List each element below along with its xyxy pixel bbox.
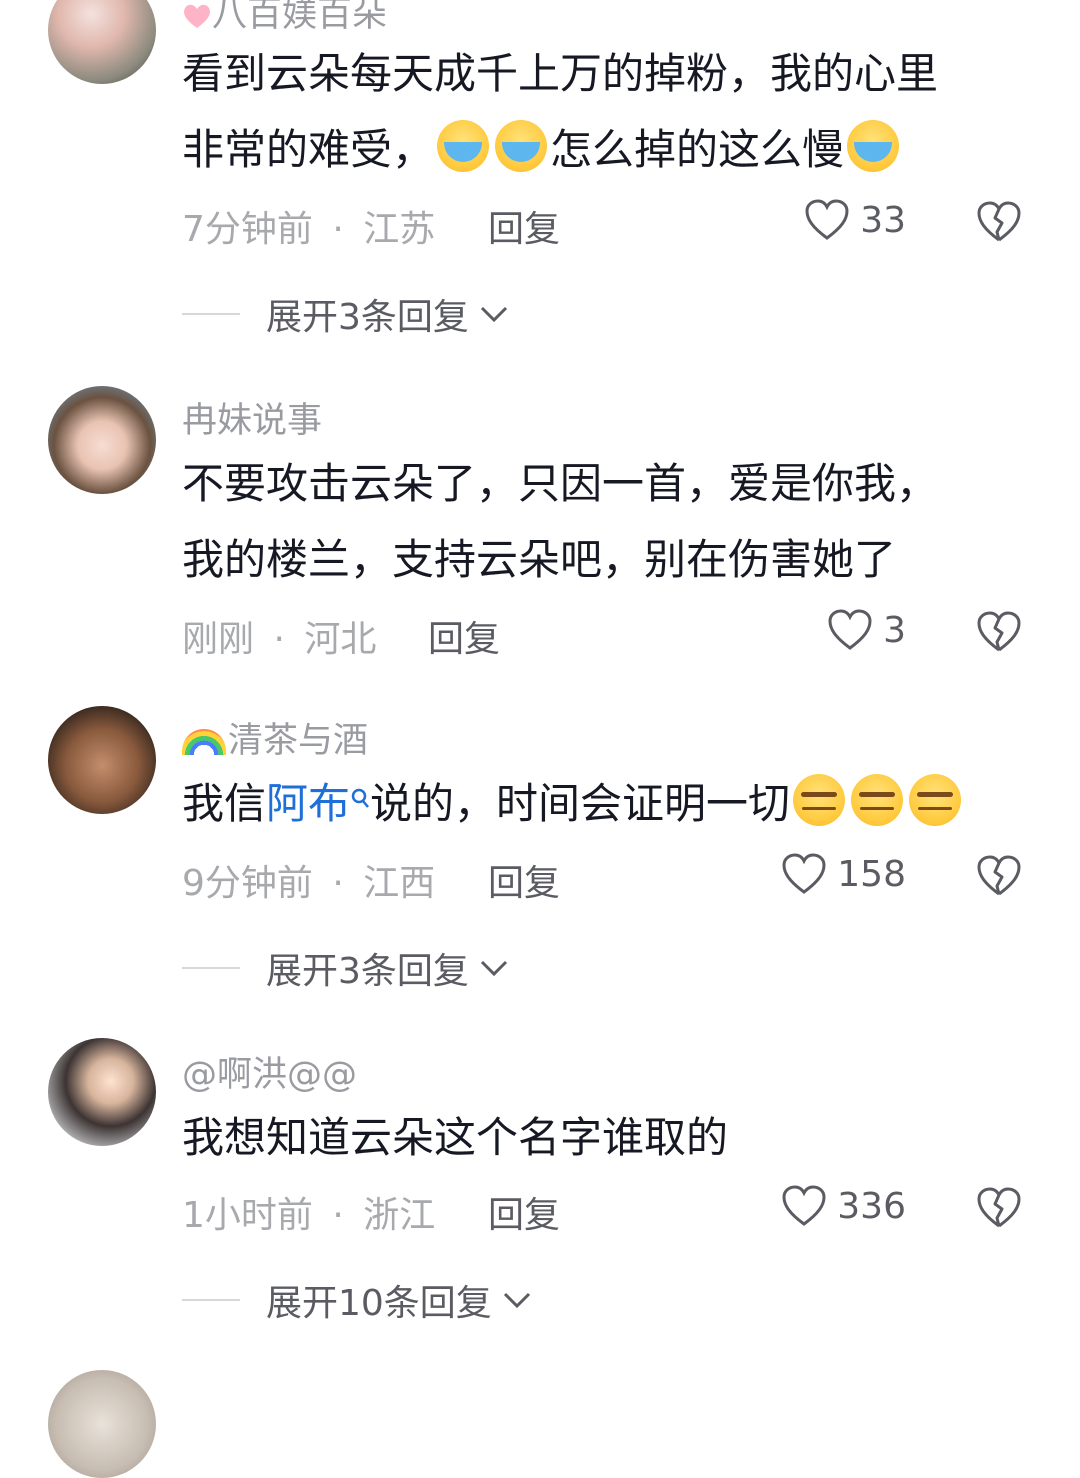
smirking-face-emoji [793, 774, 846, 826]
chevron-down-icon [503, 1292, 530, 1309]
chevron-down-icon [480, 960, 507, 977]
rainbow-emoji [182, 729, 226, 755]
heart-outline-icon [828, 609, 872, 650]
avatar[interactable] [48, 386, 156, 494]
avatar[interactable] [48, 706, 156, 814]
comment-username[interactable]: 八百媄百朵 [182, 0, 387, 37]
avatar[interactable] [48, 1370, 156, 1478]
expand-label: 展开3条回复 [266, 297, 469, 338]
loudly-crying-face-emoji [437, 120, 490, 172]
avatar[interactable] [48, 0, 156, 84]
meta-separator: · [332, 1195, 344, 1236]
expand-replies-button[interactable]: 展开3条回复 [182, 288, 511, 340]
smirking-face-emoji [851, 774, 904, 826]
meta-separator: · [332, 863, 344, 904]
comment-text: 我想知道云朵这个名字谁取的 [182, 1100, 1042, 1176]
broken-heart-icon[interactable] [976, 855, 1022, 897]
comment-meta: 9分钟前 · 江西 [182, 854, 435, 906]
reply-button[interactable]: 回复 [428, 610, 500, 662]
comment-time: 9分钟前 [182, 863, 313, 904]
comment-location: 河北 [304, 619, 377, 660]
comment-text-line: 我的楼兰，支持云朵吧，别在伤害她了 [182, 535, 897, 584]
comment-username[interactable]: 清茶与酒 [182, 712, 368, 763]
reply-button[interactable]: 回复 [488, 854, 560, 906]
comment-location: 江西 [363, 863, 436, 904]
reply-button[interactable]: 回复 [488, 200, 560, 252]
loudly-crying-face-emoji [495, 120, 548, 172]
comment-text-line: 我信阿布 说的，时间会证明一切 [182, 766, 1042, 842]
comment-time: 刚刚 [182, 619, 255, 660]
comment-text: 我信阿布 说的，时间会证明一切 [182, 766, 1042, 842]
broken-heart-icon[interactable] [976, 201, 1022, 243]
broken-heart-icon[interactable] [976, 611, 1022, 653]
comment-text-line: 看到云朵每天成千上万的掉粉，我的心里 [182, 49, 939, 98]
comment-meta: 7分钟前 · 江苏 [182, 200, 435, 252]
comment-username[interactable]: @啊洪@@ [182, 1046, 357, 1097]
like-count: 158 [837, 853, 906, 895]
like-count: 33 [860, 199, 906, 241]
expand-divider [182, 967, 240, 969]
like-count: 336 [837, 1185, 906, 1227]
like-button[interactable]: 336 [781, 1185, 906, 1227]
comment-text-line: 我想知道云朵这个名字谁取的 [182, 1113, 729, 1162]
expand-label: 展开3条回复 [266, 951, 469, 992]
broken-heart-icon[interactable] [976, 1187, 1022, 1229]
comment-text-line: 非常的难受， 怎么掉的这么慢 [182, 112, 1042, 188]
chevron-down-icon [480, 306, 507, 323]
expand-divider [182, 313, 240, 315]
comment-meta: 1小时前 · 浙江 [182, 1186, 435, 1238]
mention-link[interactable]: 阿布 [266, 779, 370, 828]
meta-separator: · [273, 619, 285, 660]
search-icon [351, 788, 369, 808]
expand-replies-button[interactable]: 展开3条回复 [182, 942, 511, 994]
reply-button[interactable]: 回复 [488, 1186, 560, 1238]
like-count: 3 [883, 609, 906, 651]
comment-text-line: 不要攻击云朵了，只因一首，爱是你我， [182, 459, 939, 508]
like-button[interactable]: 158 [781, 853, 906, 895]
heart-outline-icon [782, 1185, 826, 1226]
like-button[interactable]: 33 [804, 199, 906, 241]
pink-heart-emoji [184, 4, 210, 29]
loudly-crying-face-emoji [847, 120, 900, 172]
expand-divider [182, 1299, 240, 1301]
comment-meta: 刚刚 · 河北 [182, 610, 376, 662]
like-button[interactable]: 3 [827, 609, 906, 651]
expand-replies-button[interactable]: 展开10条回复 [182, 1274, 534, 1326]
comment-username[interactable]: 冉妹说事 [182, 392, 322, 443]
heart-outline-icon [782, 853, 826, 894]
comment-time: 1小时前 [182, 1195, 313, 1236]
comment-text: 看到云朵每天成千上万的掉粉，我的心里 非常的难受， 怎么掉的这么慢 [182, 36, 1042, 188]
comment-location: 浙江 [363, 1195, 436, 1236]
avatar[interactable] [48, 1038, 156, 1146]
comment-text: 不要攻击云朵了，只因一首，爱是你我， 我的楼兰，支持云朵吧，别在伤害她了 [182, 446, 1042, 598]
expand-label: 展开10条回复 [266, 1283, 492, 1324]
meta-separator: · [332, 209, 344, 250]
comment-time: 7分钟前 [182, 209, 313, 250]
smirking-face-emoji [909, 774, 962, 826]
comment-location: 江苏 [363, 209, 436, 250]
heart-outline-icon [805, 199, 849, 240]
